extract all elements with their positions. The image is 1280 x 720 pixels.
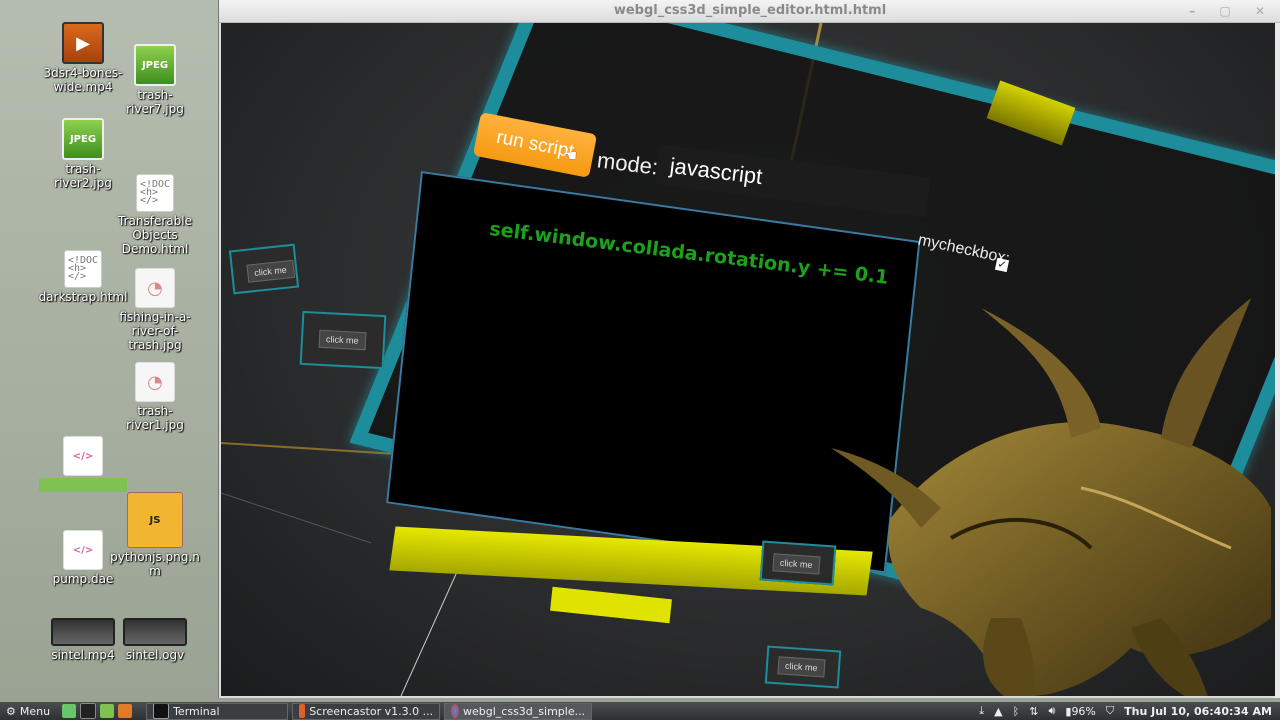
desktop-icon-html[interactable]: <!DOC <h> </> Transferable Objects Demo.ht… bbox=[110, 174, 200, 256]
desktop-icon-code[interactable]: </> pump.dae bbox=[38, 530, 128, 586]
clock[interactable]: Thu Jul 10, 06:40:34 AM bbox=[1124, 705, 1272, 718]
screencastor-icon bbox=[299, 704, 306, 718]
menu-label: Menu bbox=[19, 704, 51, 718]
my-checkbox[interactable]: ✓ bbox=[994, 257, 1010, 273]
js-file-icon: JS bbox=[127, 492, 183, 548]
desktop-icon-jpeg[interactable]: JPEG trash-river7.jpg bbox=[110, 44, 200, 116]
network-icon[interactable]: ⇅ bbox=[1029, 705, 1038, 718]
icon-label: fishing-in-a-river-of-trash.jpg bbox=[119, 310, 191, 352]
window-titlebar[interactable]: webgl_css3d_simple_editor.html.html – ▢ … bbox=[219, 0, 1280, 23]
up-arrow-icon[interactable]: ▲ bbox=[994, 705, 1002, 718]
terminal-launcher-icon[interactable] bbox=[80, 703, 97, 719]
film-file-icon bbox=[51, 618, 115, 646]
battery-indicator[interactable]: ▮96% bbox=[1065, 705, 1096, 718]
download-icon[interactable]: ⤓ bbox=[979, 704, 984, 718]
click-me-button[interactable]: click me bbox=[246, 259, 295, 283]
floating-card: click me bbox=[299, 310, 387, 370]
webgl-viewport[interactable]: click me click me self.window.collada.ro… bbox=[221, 23, 1279, 696]
desktop-icon-selected-code[interactable]: </> bbox=[38, 436, 128, 492]
window-controls[interactable]: – ▢ ✕ bbox=[1189, 0, 1275, 22]
jpeg-file-icon: JPEG bbox=[134, 44, 176, 86]
icon-label: trash-river1.jpg bbox=[126, 404, 184, 432]
image-file-icon bbox=[135, 268, 175, 308]
click-me-button[interactable]: click me bbox=[772, 553, 821, 575]
volume-icon[interactable]: 🔊︎ bbox=[1048, 704, 1055, 718]
quick-launch bbox=[56, 703, 142, 719]
battery-level: 96% bbox=[1071, 704, 1096, 718]
jpeg-file-icon: JPEG bbox=[62, 118, 104, 160]
window-title: webgl_css3d_simple_editor.html.html bbox=[613, 3, 887, 18]
code-file-icon: </> bbox=[63, 436, 103, 476]
video-file-icon bbox=[62, 22, 104, 64]
window-right-edge bbox=[1275, 23, 1280, 698]
show-desktop-icon[interactable] bbox=[62, 704, 77, 718]
click-me-button[interactable]: click me bbox=[777, 656, 826, 678]
icon-label: pump.dae bbox=[52, 572, 114, 586]
icon-label: trash-river7.jpg bbox=[126, 88, 184, 116]
task-terminal[interactable]: Terminal bbox=[146, 702, 289, 720]
system-tray: ⤓ ▲ ᛒ ⇅ 🔊︎ ▮96% ⛉ Thu Jul 10, 06:40:34 A… bbox=[979, 704, 1280, 718]
floating-card: click me bbox=[764, 645, 842, 689]
chrome-icon bbox=[451, 704, 459, 718]
task-label: Terminal bbox=[173, 704, 220, 718]
screen: 3dsr4-bones-wide.mp4 JPEG trash-river7.j… bbox=[0, 0, 1280, 720]
film-file-icon bbox=[123, 618, 187, 646]
icon-label bbox=[39, 478, 127, 492]
floating-card: click me bbox=[759, 540, 837, 586]
desktop-icon-image[interactable]: fishing-in-a-river-of-trash.jpg bbox=[110, 268, 200, 352]
task-browser[interactable]: webgl_css3d_simple... bbox=[444, 702, 593, 720]
desktop-icon-film[interactable]: sintel.ogv bbox=[110, 618, 200, 662]
icon-label: sintel.ogv bbox=[125, 648, 185, 662]
gear-icon: ⚙ bbox=[6, 704, 16, 718]
code-file-icon: </> bbox=[63, 530, 103, 570]
html-file-icon: <!DOC <h> </> bbox=[64, 250, 102, 288]
bluetooth-icon[interactable]: ᛒ bbox=[1013, 705, 1020, 718]
task-label: webgl_css3d_simple... bbox=[463, 704, 586, 718]
files-launcher-icon[interactable] bbox=[100, 704, 115, 718]
browser-window: webgl_css3d_simple_editor.html.html – ▢ … bbox=[218, 0, 1280, 698]
image-file-icon bbox=[135, 362, 175, 402]
floating-card: click me bbox=[228, 243, 300, 295]
menu-button[interactable]: ⚙ Menu bbox=[0, 703, 56, 719]
html-file-icon: <!DOC <h> </> bbox=[136, 174, 174, 212]
desktop-icon-image[interactable]: trash-river1.jpg bbox=[110, 362, 200, 432]
click-me-button[interactable]: click me bbox=[318, 329, 366, 351]
browser-launcher-icon[interactable] bbox=[118, 704, 133, 718]
task-screencastor[interactable]: Screencastor v1.3.0 ... bbox=[292, 702, 441, 720]
taskbar: ⚙ Menu Terminal Screencastor v1.3.0 ... … bbox=[0, 702, 1280, 720]
hand-cursor-icon: ☚ bbox=[563, 146, 578, 165]
collada-creature-model bbox=[831, 298, 1271, 696]
shield-icon[interactable]: ⛉ bbox=[1106, 704, 1114, 718]
terminal-icon bbox=[153, 703, 170, 719]
task-label: Screencastor v1.3.0 ... bbox=[309, 704, 434, 718]
